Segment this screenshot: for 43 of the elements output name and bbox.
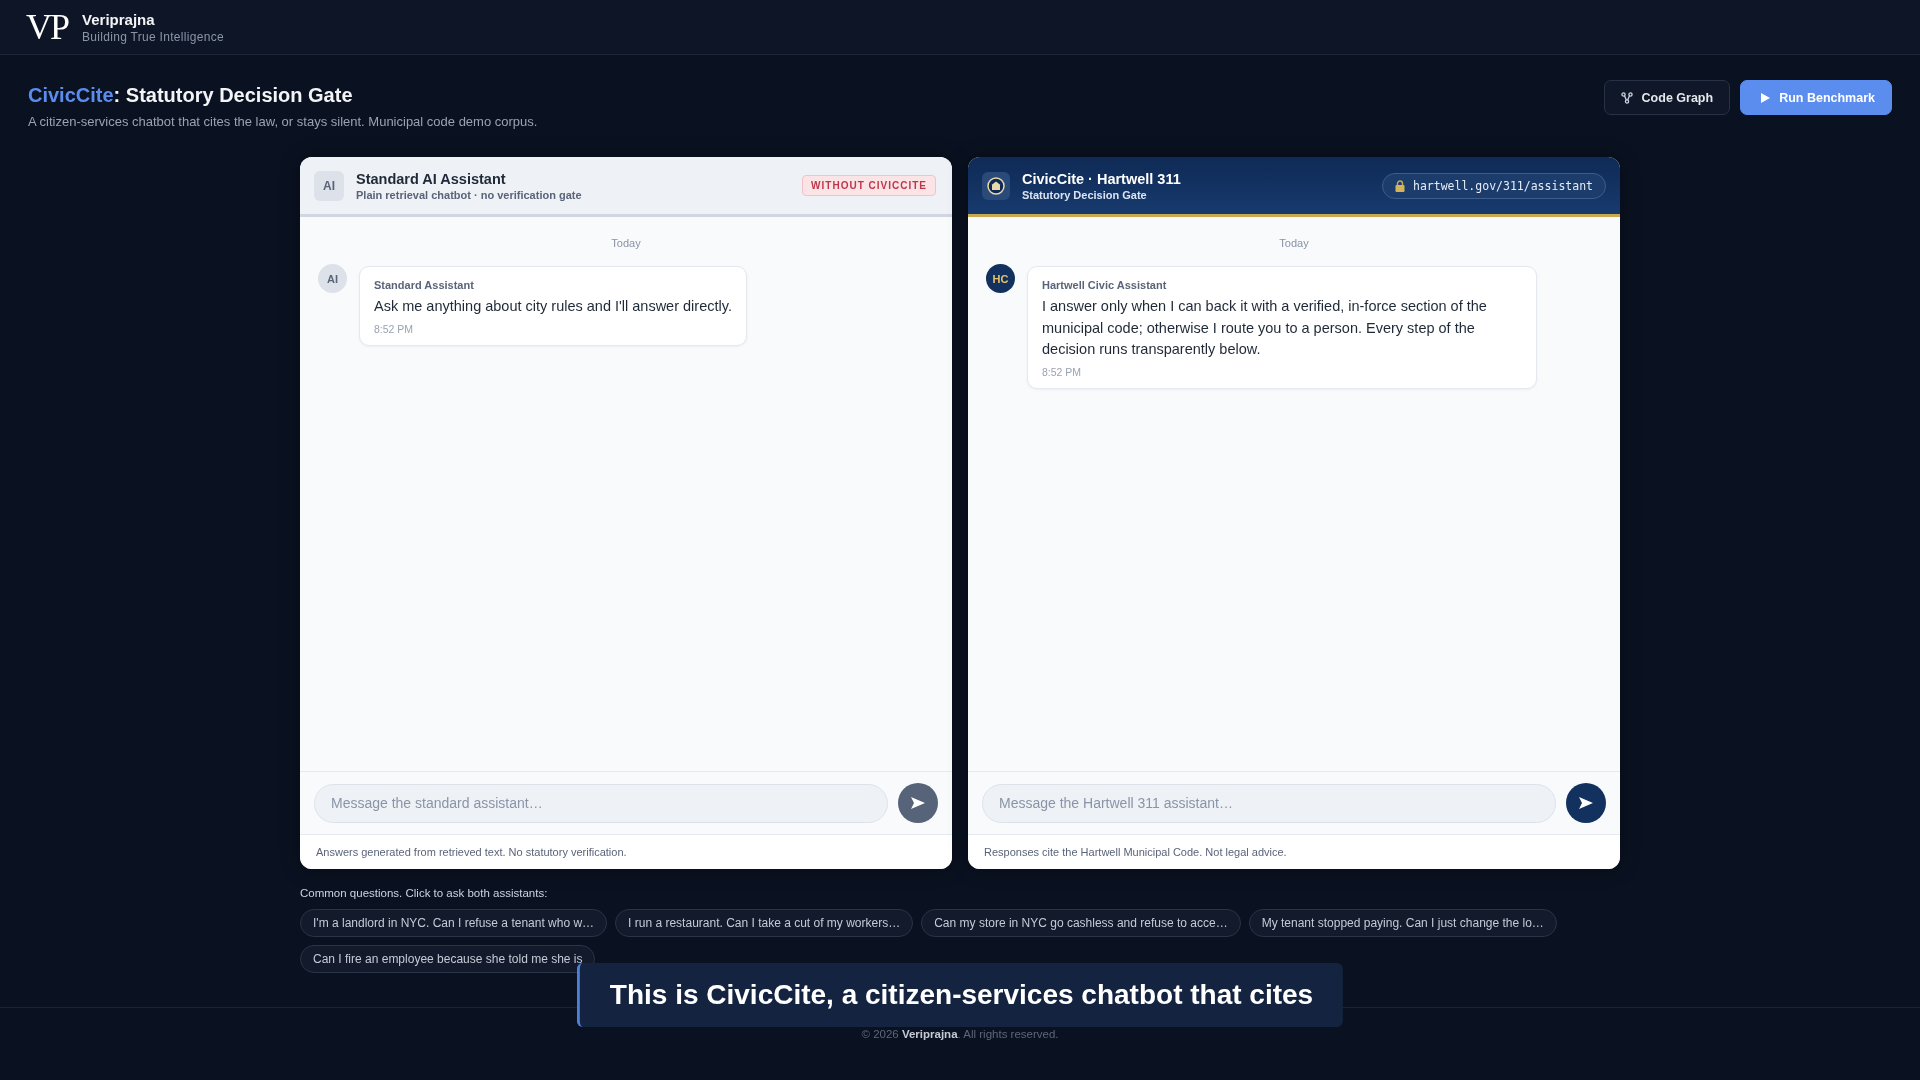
assistant-avatar: AI <box>318 264 347 293</box>
questions-label: Common questions. Click to ask both assistants: <box>300 887 549 899</box>
graph-icon <box>1620 91 1633 104</box>
panel-footnote: Responses cite the Hartwell Municipal Code. Not legal advice. <box>968 835 1620 869</box>
brand-name: Veriprajna <box>82 10 156 28</box>
message-input[interactable]: Message the standard assistant… <box>314 783 888 823</box>
sender-name: Hartwell Civic Assistant <box>1042 279 1168 291</box>
panel-subtitle: Statutory Decision Gate <box>1022 188 1148 201</box>
code-graph-button[interactable]: Code Graph <box>1603 80 1731 115</box>
assistant-avatar: HC <box>986 264 1015 293</box>
copyright-text: © 2026 Veriprajna. All rights reserved. <box>861 1028 1059 1040</box>
question-chip[interactable]: I run a restaurant. Can I take a cut of my workers… <box>615 909 914 937</box>
page-subtitle: A citizen-services chatbot that cites the law, or stays silent. Municipal code demo corpus. <box>28 114 538 129</box>
date-divider: Today <box>610 237 642 249</box>
message-text: Ask me anything about city rules and I'll answer directly. <box>374 297 732 316</box>
send-icon <box>1579 797 1593 809</box>
panel-footnote: Answers generated from retrieved text. No statutory verification. <box>300 835 952 869</box>
send-button[interactable] <box>1566 783 1606 823</box>
page-title: CivicCite: Statutory Decision Gate <box>28 84 354 107</box>
sender-name: Standard Assistant <box>374 279 475 291</box>
url-pill: hartwell.gov/311/assistant <box>1382 172 1606 199</box>
status-badge: WITHOUT CIVICCITE <box>802 175 936 196</box>
brand-logo: VP <box>26 9 70 45</box>
play-icon <box>1761 92 1771 103</box>
assistant-avatar: AI <box>314 170 344 201</box>
question-chip[interactable]: Can my store in NYC go cashless and refuse to acce… <box>921 909 1241 937</box>
question-chip[interactable]: I'm a landlord in NYC. Can I refuse a tenant who w… <box>300 909 608 937</box>
message-text: I answer only when I can back it with a verified, in-force section of the municipal code; otherwise I route you to a person. Every step of the decision runs transparently below. <box>1042 297 1488 359</box>
video-caption: This is CivicCite, a citizen-services chatbot that cites <box>576 963 1344 1027</box>
panel-title: CivicCite · Hartwell 311 <box>1022 170 1181 187</box>
message-time: 8:52 PM <box>1042 365 1083 378</box>
send-button[interactable] <box>898 783 938 823</box>
panel-subtitle: Plain retrieval chatbot · no verification gate <box>356 188 582 201</box>
message-time: 8:52 PM <box>374 322 415 335</box>
panel-title: Standard AI Assistant <box>356 170 507 187</box>
brand-tagline: Building True Intelligence <box>82 29 224 44</box>
send-icon <box>911 797 925 809</box>
question-chip[interactable]: My tenant stopped paying. Can I just change the lo… <box>1248 909 1557 937</box>
lock-icon <box>1395 179 1405 192</box>
date-divider: Today <box>1278 237 1310 249</box>
city-hall-icon <box>982 171 1010 200</box>
message-input[interactable]: Message the Hartwell 311 assistant… <box>982 783 1556 823</box>
question-chip[interactable]: Can I fire an employee because she told me she is <box>300 945 596 973</box>
